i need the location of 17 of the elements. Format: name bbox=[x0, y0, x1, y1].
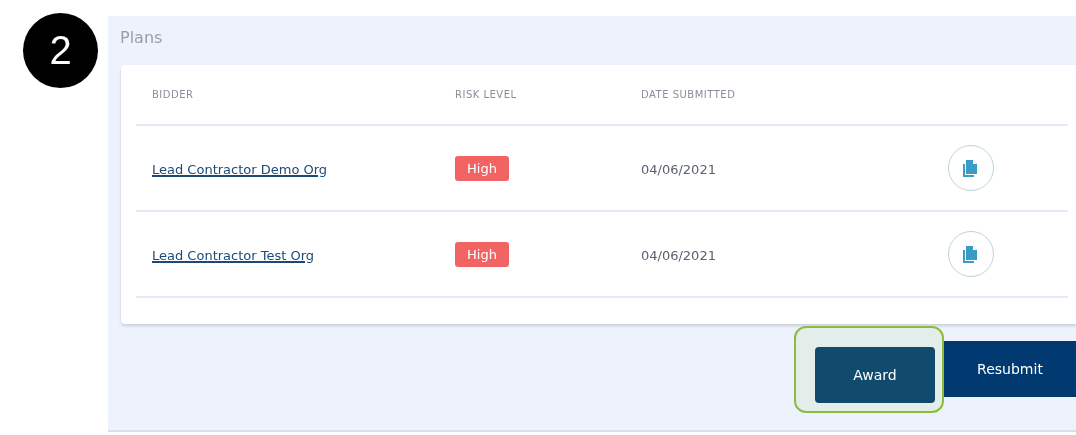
document-icon bbox=[963, 245, 979, 263]
panel-title: Plans bbox=[120, 28, 164, 49]
award-button[interactable]: Award bbox=[815, 346, 935, 403]
step-number-badge: 2 bbox=[23, 13, 98, 88]
column-header: BIDDER bbox=[151, 89, 195, 100]
bidder-link[interactable]: Lead Contractor Test Org bbox=[152, 247, 315, 263]
date-cell: 04/06/2021 bbox=[641, 247, 716, 263]
risk-badge: High bbox=[455, 241, 509, 267]
bidder-link[interactable]: Lead Contractor Demo Org bbox=[152, 161, 328, 177]
column-header: RISK LEVEL bbox=[455, 89, 518, 100]
resubmit-button[interactable]: Resubmit bbox=[944, 341, 1076, 397]
date-cell: 04/06/2021 bbox=[641, 161, 716, 177]
document-icon bbox=[963, 159, 979, 177]
document-button[interactable] bbox=[948, 145, 994, 191]
column-header: DATE SUBMITTED bbox=[641, 89, 737, 100]
document-button[interactable] bbox=[948, 231, 994, 277]
risk-badge: High bbox=[455, 155, 509, 181]
